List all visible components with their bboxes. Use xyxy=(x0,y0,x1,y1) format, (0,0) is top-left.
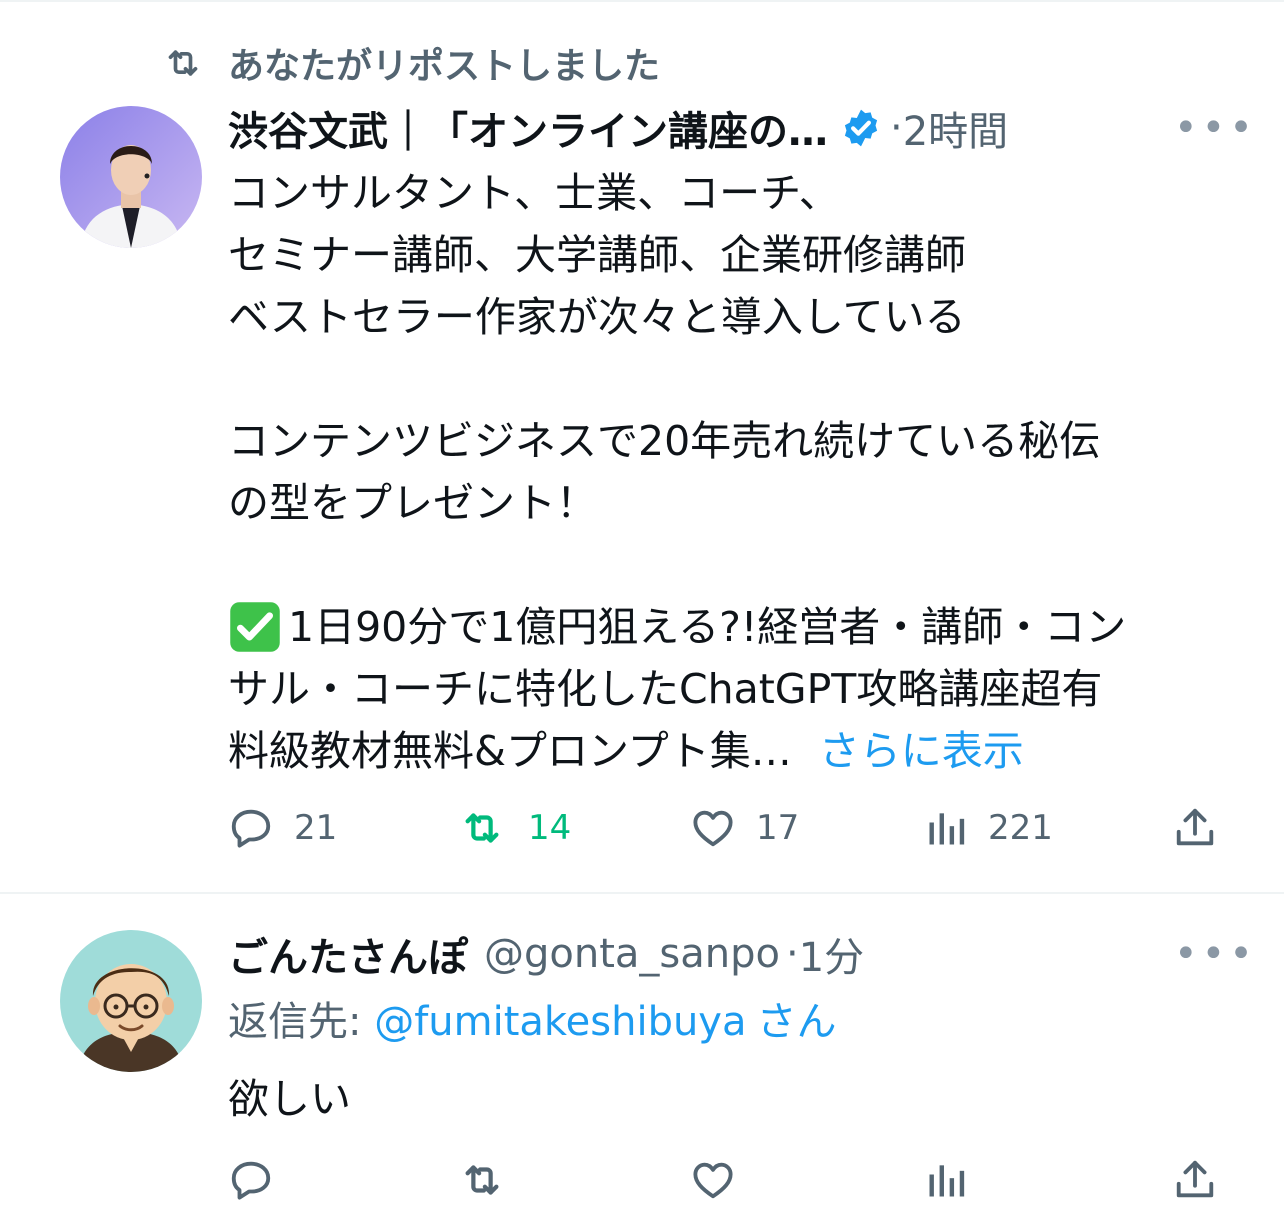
tweet1-line: コンサルタント、士業、コーチ、 xyxy=(228,169,840,217)
tweet1-line xyxy=(228,534,1238,596)
tweet1-line: セミナー講師、大学講師、企業研修講師 xyxy=(228,231,966,279)
reply-to-suffix: さん xyxy=(756,999,837,1045)
tweet1-line: ベストセラー作家が次々と導入している xyxy=(228,293,966,341)
tweet2-text: 欲しい xyxy=(228,1075,351,1123)
views-button[interactable]: 221 xyxy=(924,798,1053,858)
like-icon xyxy=(690,1157,736,1203)
repost-icon xyxy=(456,805,508,851)
tweet1-time[interactable]: 2時間 xyxy=(903,99,1008,157)
repost-button[interactable]: 14 xyxy=(456,798,571,858)
repost-banner-text: あなたがリポストしました xyxy=(228,46,661,87)
like-count: 17 xyxy=(756,808,800,848)
tweet2-author-name[interactable]: ごんたさんぽ xyxy=(228,925,468,983)
show-more-link[interactable]: さらに表示 xyxy=(819,727,1024,775)
tweet1-line: コンテンツビジネスで20年売れ続けている秘伝 xyxy=(228,417,1101,465)
tweet2-header: ごんたさんぽ @gonta_sanpo · 1分 xyxy=(228,926,864,982)
tweet1-header: 渋谷文武｜「オンライン講座の… · 2時間 xyxy=(228,100,1008,156)
tweet1-line: 1日90分で1億円狙える?!経営者・講師・コン xyxy=(288,603,1127,651)
checkmark-emoji-icon xyxy=(228,600,282,654)
tweet2-time[interactable]: 1分 xyxy=(799,925,864,983)
reply-to-label: 返信先: xyxy=(228,999,375,1045)
views-icon xyxy=(924,805,968,851)
like-button[interactable]: 17 xyxy=(690,798,799,858)
share-icon xyxy=(1172,805,1218,851)
share-button[interactable] xyxy=(1172,798,1218,858)
reply-to-handle[interactable]: @fumitakeshibuya xyxy=(374,999,746,1045)
tweet1-line: 料級教材無料&プロンプト集… xyxy=(228,727,792,775)
tweet2-more-button[interactable]: ••• xyxy=(1174,934,1257,974)
verified-badge-icon xyxy=(840,107,882,149)
tweet1-line xyxy=(228,348,1238,410)
tweet2-dot: · xyxy=(785,931,799,977)
views-button[interactable] xyxy=(924,1150,968,1210)
repost-count: 14 xyxy=(528,808,572,848)
reply-count: 21 xyxy=(294,808,338,848)
tweet1-line: の型をプレゼント！ xyxy=(228,479,597,527)
views-count: 221 xyxy=(988,808,1053,848)
tweet1-text: コンサルタント、士業、コーチ、 セミナー講師、大学講師、企業研修講師 ベストセラ… xyxy=(228,162,1238,782)
repost-banner: あなたがリポストしました xyxy=(160,38,660,88)
tweet1-dot: · xyxy=(890,105,903,151)
like-button[interactable] xyxy=(690,1150,736,1210)
tweet1-check-line: 1日90分で1億円狙える?!経営者・講師・コン xyxy=(228,596,1238,658)
tweet1-line: サル・コーチに特化したChatGPT攻略講座超有 xyxy=(228,665,1103,713)
tweet2-actions xyxy=(228,1150,1222,1210)
reply-button[interactable] xyxy=(228,1150,274,1210)
repost-button[interactable] xyxy=(456,1150,508,1210)
reply-icon xyxy=(228,1157,274,1203)
tweet-divider xyxy=(0,892,1284,894)
share-icon xyxy=(1172,1157,1218,1203)
reply-button[interactable]: 21 xyxy=(228,798,337,858)
tweet1-author-name[interactable]: 渋谷文武｜「オンライン講座の… xyxy=(228,99,828,157)
tweet1-actions: 21 14 17 221 xyxy=(228,798,1222,858)
tweet1-more-button[interactable]: ••• xyxy=(1174,108,1257,148)
repost-icon xyxy=(456,1157,508,1203)
repost-icon xyxy=(160,43,206,83)
tweet2-handle[interactable]: @gonta_sanpo xyxy=(484,931,780,977)
share-button[interactable] xyxy=(1172,1150,1218,1210)
reply-icon xyxy=(228,805,274,851)
avatar-gonta[interactable] xyxy=(60,930,202,1072)
reply-to-line: 返信先: @fumitakeshibuya さん xyxy=(228,994,837,1050)
avatar-shibuya[interactable] xyxy=(60,106,202,248)
top-divider xyxy=(0,0,1284,2)
views-icon xyxy=(924,1157,968,1203)
like-icon xyxy=(690,805,736,851)
